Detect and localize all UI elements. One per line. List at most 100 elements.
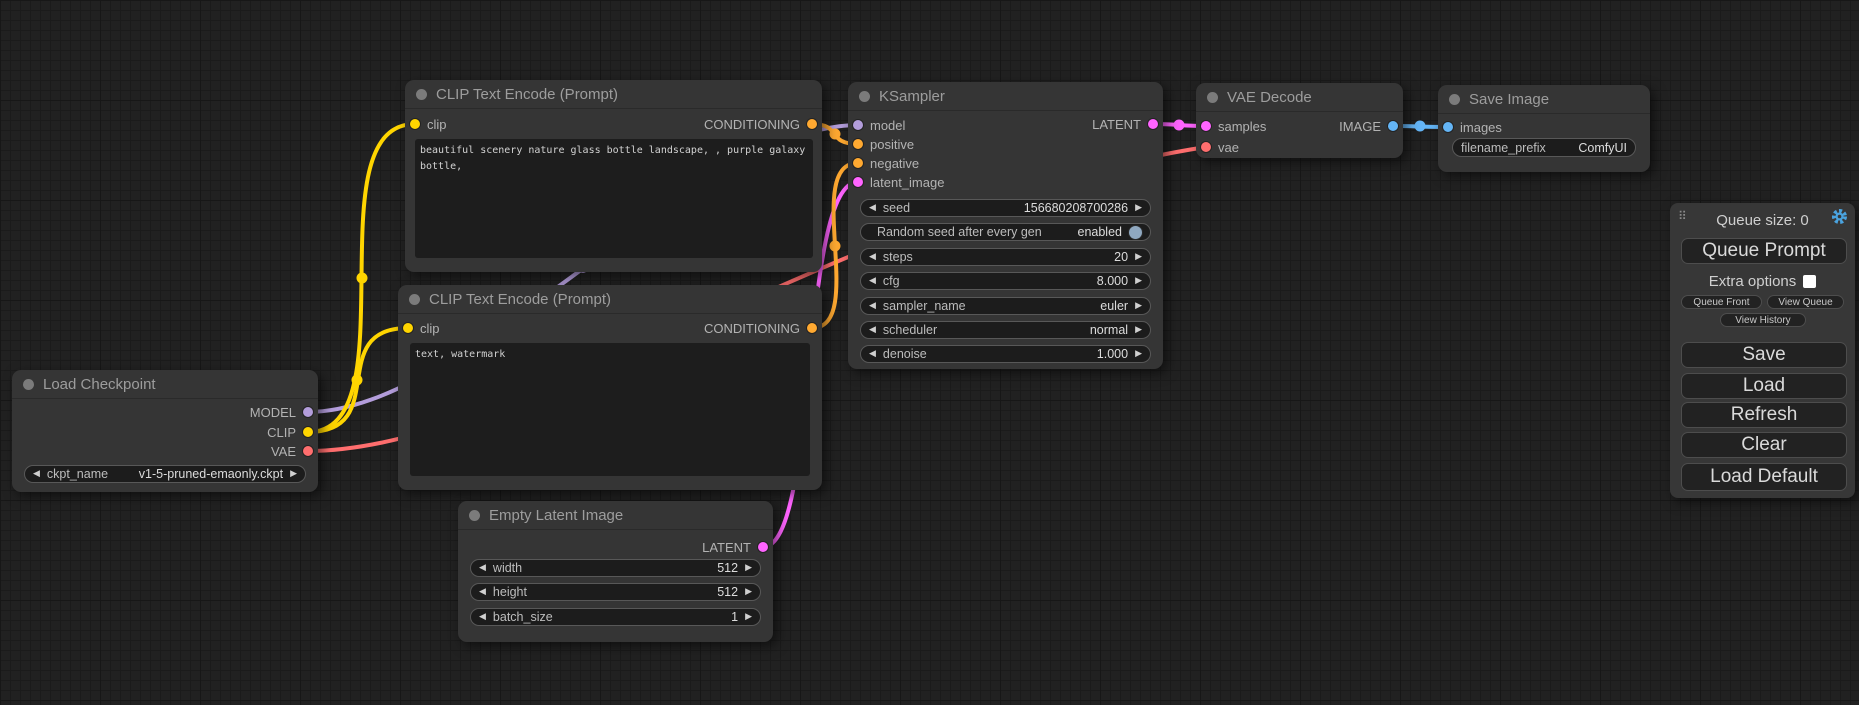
node-ksampler[interactable]: KSampler model positive negative latent_… <box>848 82 1163 369</box>
increment-arrow-icon[interactable]: ▶ <box>1135 204 1142 213</box>
increment-arrow-icon[interactable]: ▶ <box>745 588 752 597</box>
node-graph-canvas[interactable]: Load Checkpoint MODEL CLIP VAE ◀ ckpt_na… <box>0 0 1859 705</box>
input-port-positive[interactable] <box>853 139 863 149</box>
node-clip-text-encode-negative[interactable]: CLIP Text Encode (Prompt) clip CONDITION… <box>398 285 822 490</box>
output-port-latent[interactable] <box>758 542 768 552</box>
widget-height[interactable]: ◀ height 512 ▶ <box>470 583 761 601</box>
output-port-conditioning[interactable] <box>807 119 817 129</box>
collapse-dot-icon[interactable] <box>416 89 427 100</box>
node-titlebar[interactable]: CLIP Text Encode (Prompt) <box>405 80 822 109</box>
slot-label: vae <box>1218 140 1239 155</box>
output-port-image[interactable] <box>1388 121 1398 131</box>
increment-arrow-icon[interactable]: ▶ <box>290 470 297 479</box>
refresh-button[interactable]: Refresh <box>1681 402 1847 428</box>
queue-prompt-button[interactable]: Queue Prompt <box>1681 238 1847 264</box>
slot-label: MODEL <box>250 405 296 420</box>
prompt-textarea[interactable]: text, watermark <box>410 343 810 476</box>
node-titlebar[interactable]: KSampler <box>848 82 1163 111</box>
toggle-enabled-icon[interactable] <box>1129 226 1142 239</box>
node-title: CLIP Text Encode (Prompt) <box>436 86 618 103</box>
input-port-clip[interactable] <box>410 119 420 129</box>
prompt-textarea[interactable]: beautiful scenery nature glass bottle la… <box>415 139 813 258</box>
increment-arrow-icon[interactable]: ▶ <box>1135 350 1142 359</box>
widget-label: filename_prefix <box>1461 141 1546 155</box>
decrement-arrow-icon[interactable]: ◀ <box>479 613 486 622</box>
clear-button[interactable]: Clear <box>1681 432 1847 458</box>
widget-value: 512 <box>717 561 738 575</box>
node-titlebar[interactable]: Empty Latent Image <box>458 501 773 530</box>
widget-value: 512 <box>717 585 738 599</box>
node-empty-latent-image[interactable]: Empty Latent Image LATENT ◀ width 512 ▶ … <box>458 501 773 642</box>
load-default-button[interactable]: Load Default <box>1681 463 1847 491</box>
input-port-vae[interactable] <box>1201 142 1211 152</box>
node-clip-text-encode-positive[interactable]: CLIP Text Encode (Prompt) clip CONDITION… <box>405 80 822 272</box>
widget-label: height <box>493 585 527 599</box>
increment-arrow-icon[interactable]: ▶ <box>1135 326 1142 335</box>
widget-filename-prefix[interactable]: filename_prefix ComfyUI <box>1452 138 1636 157</box>
widget-random-seed-toggle[interactable]: Random seed after every gen enabled <box>860 223 1151 241</box>
node-titlebar[interactable]: Load Checkpoint <box>12 370 318 399</box>
input-port-model[interactable] <box>853 120 863 130</box>
output-port-vae[interactable] <box>303 446 313 456</box>
input-port-samples[interactable] <box>1201 121 1211 131</box>
decrement-arrow-icon[interactable]: ◀ <box>869 350 876 359</box>
collapse-dot-icon[interactable] <box>1207 92 1218 103</box>
collapse-dot-icon[interactable] <box>409 294 420 305</box>
node-titlebar[interactable]: VAE Decode <box>1196 83 1403 112</box>
output-port-clip[interactable] <box>303 427 313 437</box>
output-port-latent[interactable] <box>1148 119 1158 129</box>
extra-options-checkbox[interactable] <box>1803 275 1816 288</box>
settings-gear-icon[interactable] <box>1831 208 1848 230</box>
increment-arrow-icon[interactable]: ▶ <box>745 564 752 573</box>
node-titlebar[interactable]: CLIP Text Encode (Prompt) <box>398 285 822 314</box>
increment-arrow-icon[interactable]: ▶ <box>1135 302 1142 311</box>
increment-arrow-icon[interactable]: ▶ <box>1135 253 1142 262</box>
decrement-arrow-icon[interactable]: ◀ <box>869 326 876 335</box>
node-load-checkpoint[interactable]: Load Checkpoint MODEL CLIP VAE ◀ ckpt_na… <box>12 370 318 492</box>
decrement-arrow-icon[interactable]: ◀ <box>869 253 876 262</box>
decrement-arrow-icon[interactable]: ◀ <box>479 564 486 573</box>
widget-seed[interactable]: ◀ seed 156680208700286 ▶ <box>860 199 1151 217</box>
output-slot-model: MODEL <box>250 403 313 421</box>
decrement-arrow-icon[interactable]: ◀ <box>869 204 876 213</box>
widget-width[interactable]: ◀ width 512 ▶ <box>470 559 761 577</box>
input-port-latent-image[interactable] <box>853 177 863 187</box>
slot-label: model <box>870 118 905 133</box>
widget-ckpt-name[interactable]: ◀ ckpt_name v1-5-pruned-emaonly.ckpt ▶ <box>24 465 306 483</box>
collapse-dot-icon[interactable] <box>859 91 870 102</box>
node-save-image[interactable]: Save Image images filename_prefix ComfyU… <box>1438 85 1650 172</box>
output-port-conditioning[interactable] <box>807 323 817 333</box>
widget-sampler-name[interactable]: ◀ sampler_name euler ▶ <box>860 297 1151 315</box>
widget-cfg[interactable]: ◀ cfg 8.000 ▶ <box>860 272 1151 290</box>
increment-arrow-icon[interactable]: ▶ <box>745 613 752 622</box>
slot-label: LATENT <box>702 540 751 555</box>
queue-front-button[interactable]: Queue Front <box>1681 295 1762 309</box>
widget-batch-size[interactable]: ◀ batch_size 1 ▶ <box>470 608 761 626</box>
widget-scheduler[interactable]: ◀ scheduler normal ▶ <box>860 321 1151 339</box>
view-history-button[interactable]: View History <box>1720 313 1806 327</box>
widget-label: scheduler <box>883 323 937 337</box>
input-port-images[interactable] <box>1443 122 1453 132</box>
collapse-dot-icon[interactable] <box>1449 94 1460 105</box>
widget-steps[interactable]: ◀ steps 20 ▶ <box>860 248 1151 266</box>
load-button[interactable]: Load <box>1681 373 1847 399</box>
node-titlebar[interactable]: Save Image <box>1438 85 1650 114</box>
decrement-arrow-icon[interactable]: ◀ <box>33 470 40 479</box>
widget-denoise[interactable]: ◀ denoise 1.000 ▶ <box>860 345 1151 363</box>
decrement-arrow-icon[interactable]: ◀ <box>869 277 876 286</box>
widget-label: cfg <box>883 274 900 288</box>
slot-label: clip <box>427 117 447 132</box>
increment-arrow-icon[interactable]: ▶ <box>1135 277 1142 286</box>
decrement-arrow-icon[interactable]: ◀ <box>869 302 876 311</box>
save-button[interactable]: Save <box>1681 342 1847 368</box>
collapse-dot-icon[interactable] <box>469 510 480 521</box>
input-port-clip[interactable] <box>403 323 413 333</box>
collapse-dot-icon[interactable] <box>23 379 34 390</box>
widget-label: batch_size <box>493 610 553 624</box>
output-port-model[interactable] <box>303 407 313 417</box>
view-queue-button[interactable]: View Queue <box>1767 295 1844 309</box>
node-vae-decode[interactable]: VAE Decode samples vae IMAGE <box>1196 83 1403 158</box>
decrement-arrow-icon[interactable]: ◀ <box>479 588 486 597</box>
input-port-negative[interactable] <box>853 158 863 168</box>
widget-value: 8.000 <box>1097 274 1128 288</box>
